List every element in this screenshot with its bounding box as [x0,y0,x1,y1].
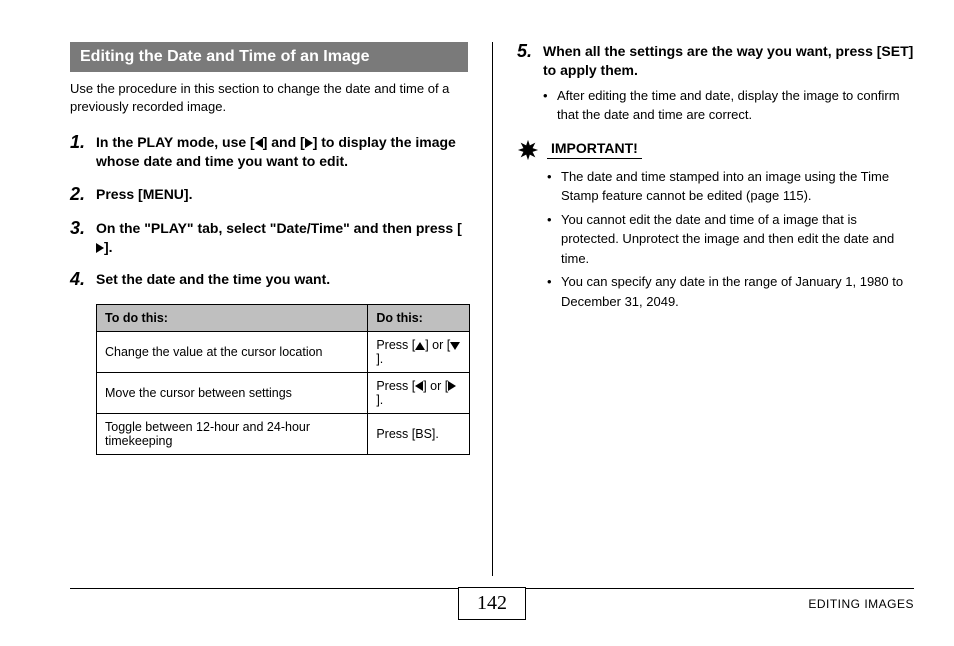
cell-text: ] or [ [425,338,450,352]
step-text: When all the settings are the way you wa… [543,43,913,78]
page-content: Editing the Date and Time of an Image Us… [70,42,914,576]
table-row: Move the cursor between settings Press [… [97,373,470,414]
step-text-post: ]. [104,239,113,255]
starburst-icon [517,139,539,161]
step-number: 2. [70,185,96,205]
step-number: 3. [70,219,96,257]
step-text-pre: On the "PLAY" tab, select "Date/Time" an… [96,220,462,236]
table-cell: Change the value at the cursor location [97,332,368,373]
table-cell: Toggle between 12-hour and 24-hour timek… [97,414,368,455]
triangle-right-icon [305,138,313,148]
table-header: To do this: [97,305,368,332]
page-number: 142 [458,587,526,620]
step-1: 1. In the PLAY mode, use [] and [] to di… [70,133,468,171]
table-cell: Press [BS]. [368,414,470,455]
instruction-table: To do this: Do this: Change the value at… [96,304,470,455]
step-body: Set the date and the time you want. [96,270,330,290]
table-cell: Press [ ] or []. [368,332,470,373]
step-5: 5. When all the settings are the way you… [517,42,914,125]
table-header-row: To do this: Do this: [97,305,470,332]
step-text-pre: In the PLAY mode, use [ [96,134,255,150]
step-body: On the "PLAY" tab, select "Date/Time" an… [96,219,468,257]
cell-text: ]. [376,352,383,366]
table-row: Change the value at the cursor location … [97,332,470,373]
triangle-left-icon [255,138,263,148]
step-sub-bullet: After editing the time and date, display… [543,86,914,125]
table-header: Do this: [368,305,470,332]
cell-text: ]. [376,393,383,407]
step-body: Press [MENU]. [96,185,192,205]
section-title: Editing the Date and Time of an Image [70,42,468,72]
step-number: 5. [517,42,543,125]
cell-text: Press [ [376,338,415,352]
triangle-down-icon [450,342,460,350]
table-row: Toggle between 12-hour and 24-hour timek… [97,414,470,455]
step-3: 3. On the "PLAY" tab, select "Date/Time"… [70,219,468,257]
step-number: 4. [70,270,96,290]
table-cell: Move the cursor between settings [97,373,368,414]
step-body: When all the settings are the way you wa… [543,42,914,125]
footer-section-label: EDITING IMAGES [808,597,914,611]
note-item: The date and time stamped into an image … [547,167,914,206]
note-item: You cannot edit the date and time of a i… [547,210,914,269]
step-4: 4. Set the date and the time you want. [70,270,468,290]
step-text-mid: ] and [ [263,134,305,150]
step-sub-bullets: After editing the time and date, display… [543,86,914,125]
step-2: 2. Press [MENU]. [70,185,468,205]
right-column: 5. When all the settings are the way you… [492,42,914,576]
page-footer: 142 EDITING IMAGES [70,588,914,628]
important-heading: IMPORTANT! [517,139,914,161]
step-number: 1. [70,133,96,171]
important-notes: The date and time stamped into an image … [547,167,914,312]
step-body: In the PLAY mode, use [] and [] to displ… [96,133,468,171]
table-cell: Press [ ] or []. [368,373,470,414]
triangle-right-icon [96,243,104,253]
left-column: Editing the Date and Time of an Image Us… [70,42,492,576]
cell-text: Press [ [376,379,415,393]
intro-text: Use the procedure in this section to cha… [70,80,468,115]
cell-text: ] or [ [423,379,448,393]
note-item: You can specify any date in the range of… [547,272,914,311]
important-label: IMPORTANT! [547,140,642,159]
triangle-up-icon [415,342,425,350]
triangle-right-icon [448,381,456,391]
